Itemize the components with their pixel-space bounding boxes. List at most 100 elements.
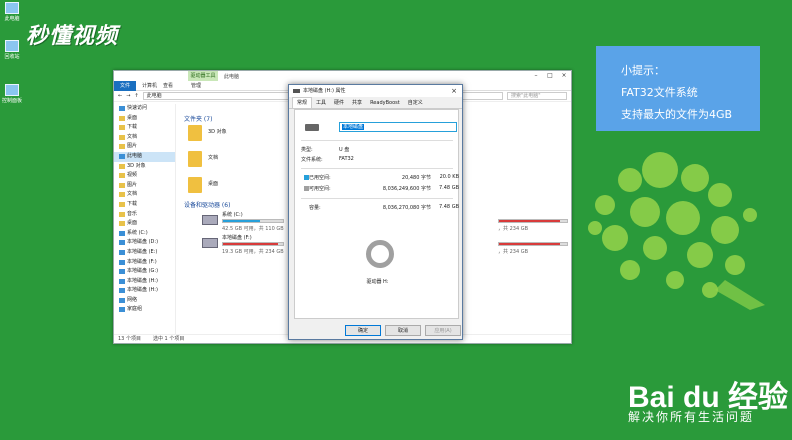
nav-item[interactable]: 家庭组: [114, 305, 175, 315]
nav-item[interactable]: 音乐: [114, 210, 175, 220]
nav-label: 快速访问: [127, 105, 148, 111]
drive-name: 系统 (C:): [222, 212, 243, 218]
context-tab[interactable]: 驱动器工具: [188, 71, 218, 81]
usb-drive-icon: [305, 124, 319, 131]
drive-icon: [202, 215, 218, 225]
tab-view[interactable]: 查看: [163, 82, 173, 89]
ok-button[interactable]: 确定: [345, 325, 381, 336]
folder-label: 文档: [208, 155, 219, 161]
nav-icon: [119, 288, 125, 294]
nav-item[interactable]: 视频: [114, 171, 175, 181]
tab-general[interactable]: 常规: [292, 97, 313, 108]
explorer-title: 此电脑: [224, 74, 240, 80]
dialog-title: 本地磁盘 (H:) 属性: [303, 88, 346, 94]
nav-item[interactable]: 图片: [114, 181, 175, 191]
control-panel-icon: [5, 84, 19, 96]
back-icon[interactable]: ←: [118, 93, 122, 99]
nav-icon: [119, 249, 125, 255]
tab-sharing[interactable]: 共享: [348, 98, 366, 108]
nav-item[interactable]: 3D 对象: [114, 162, 175, 172]
nav-label: 文档: [127, 191, 138, 198]
folder-item[interactable]: 3D 对象: [178, 122, 227, 146]
fs-value: FAT32: [339, 156, 354, 162]
drive-item[interactable]: 本地磁盘 (F:) 19.3 GB 可用，共 234 GB: [200, 234, 286, 258]
forward-icon[interactable]: →: [126, 93, 130, 99]
free-bytes: 8,036,249,600 字节: [382, 186, 431, 192]
nav-label: 网络: [127, 296, 138, 303]
nav-item[interactable]: 本地磁盘 (D:): [114, 238, 175, 248]
drive-free: 42.5 GB 可用，共 110 GB: [222, 226, 284, 232]
nav-item[interactable]: 桌面: [114, 219, 175, 229]
tab-computer[interactable]: 计算机: [142, 82, 157, 89]
apply-button[interactable]: 应用(A): [425, 325, 461, 336]
cancel-button[interactable]: 取消: [385, 325, 421, 336]
drive-item[interactable]: 系统 (C:) 42.5 GB 可用，共 110 GB: [200, 211, 286, 235]
nav-item[interactable]: 网络: [114, 296, 175, 306]
nav-item[interactable]: 本地磁盘 (G:): [114, 267, 175, 277]
nav-label: 本地磁盘 (G:): [127, 268, 159, 275]
nav-item[interactable]: 快速访问: [114, 104, 175, 114]
tab-customize[interactable]: 自定义: [404, 98, 427, 108]
usage-bar: [222, 219, 284, 223]
folder-item[interactable]: 桌面: [178, 174, 218, 198]
close-icon[interactable]: ×: [557, 71, 571, 81]
file-tab[interactable]: 文件: [114, 80, 136, 91]
nav-item[interactable]: 本地磁盘 (E:): [114, 248, 175, 258]
nav-item[interactable]: 图片: [114, 142, 175, 152]
nav-item[interactable]: 系统 (C:): [114, 229, 175, 239]
nav-item[interactable]: 文档: [114, 190, 175, 200]
desktop-label: 控制面板: [1, 98, 22, 104]
close-icon[interactable]: ×: [451, 85, 457, 97]
nav-item[interactable]: 文档: [114, 133, 175, 143]
nav-item[interactable]: 本地磁盘 (H:): [114, 286, 175, 296]
tip-title: 小提示：: [621, 64, 665, 77]
nav-icon: [119, 192, 125, 198]
nav-label: 音乐: [127, 210, 138, 217]
drive-name-selected: 本地磁盘: [342, 124, 365, 130]
nav-label: 本地磁盘 (H:): [127, 277, 158, 284]
drives-header[interactable]: 设备和驱动器 (6): [178, 200, 230, 209]
nav-label: 本地磁盘 (E:): [127, 248, 158, 255]
drive-free: ，共 234 GB: [498, 226, 529, 232]
minimize-icon[interactable]: –: [529, 71, 543, 81]
nav-label: 本地磁盘 (D:): [127, 239, 159, 246]
nav-item[interactable]: 此电脑: [114, 151, 175, 162]
nav-item[interactable]: 下载: [114, 200, 175, 210]
nav-item[interactable]: 桌面: [114, 114, 175, 124]
drive-name-input[interactable]: 本地磁盘: [339, 122, 457, 132]
nav-label: 文档: [127, 133, 138, 140]
drive-item[interactable]: ，共 234 GB: [498, 234, 568, 258]
tab-manage[interactable]: 管理: [191, 82, 201, 89]
nav-item[interactable]: 下载: [114, 123, 175, 133]
nav-icon: [119, 125, 125, 131]
watermark: 秒懂视频: [26, 24, 119, 49]
nav-label: 系统 (C:): [127, 229, 148, 236]
tab-tools[interactable]: 工具: [312, 98, 330, 108]
nav-icon: [119, 115, 125, 121]
status-count: 13 个项目: [118, 336, 141, 342]
nav-icon: [119, 259, 125, 265]
search-input[interactable]: 搜索"此电脑": [507, 92, 567, 100]
type-value: U 盘: [339, 147, 350, 153]
tab-hardware[interactable]: 硬件: [330, 98, 348, 108]
folder-icon: [188, 151, 202, 167]
tab-readyboost[interactable]: ReadyBoost: [366, 98, 404, 108]
nav-label: 本地磁盘 (F:): [127, 258, 157, 265]
desktop-icon-control-panel[interactable]: 控制面板: [0, 84, 24, 104]
folder-item[interactable]: 文档: [178, 148, 218, 172]
nav-icon: [119, 230, 125, 236]
dialog-titlebar: 本地磁盘 (H:) 属性 ×: [289, 85, 462, 97]
up-icon[interactable]: ↑: [134, 93, 138, 99]
nav-label: 此电脑: [127, 152, 143, 159]
nav-item[interactable]: 本地磁盘 (H:): [114, 277, 175, 287]
slogan: 解决你所有生活问题: [628, 410, 755, 424]
folder-label: 桌面: [208, 181, 219, 187]
nav-item[interactable]: 本地磁盘 (F:): [114, 258, 175, 268]
explorer-titlebar: 驱动器工具 此电脑 – □ ×: [114, 71, 571, 81]
nav-label: 3D 对象: [127, 162, 146, 169]
drive-item[interactable]: ，共 234 GB: [498, 211, 568, 235]
desktop-icon-recycle[interactable]: 回收站: [0, 40, 24, 60]
used-bytes: 20,480 字节: [401, 175, 431, 181]
maximize-icon[interactable]: □: [543, 71, 557, 81]
desktop-icon-this-pc[interactable]: 此电脑: [0, 2, 24, 22]
